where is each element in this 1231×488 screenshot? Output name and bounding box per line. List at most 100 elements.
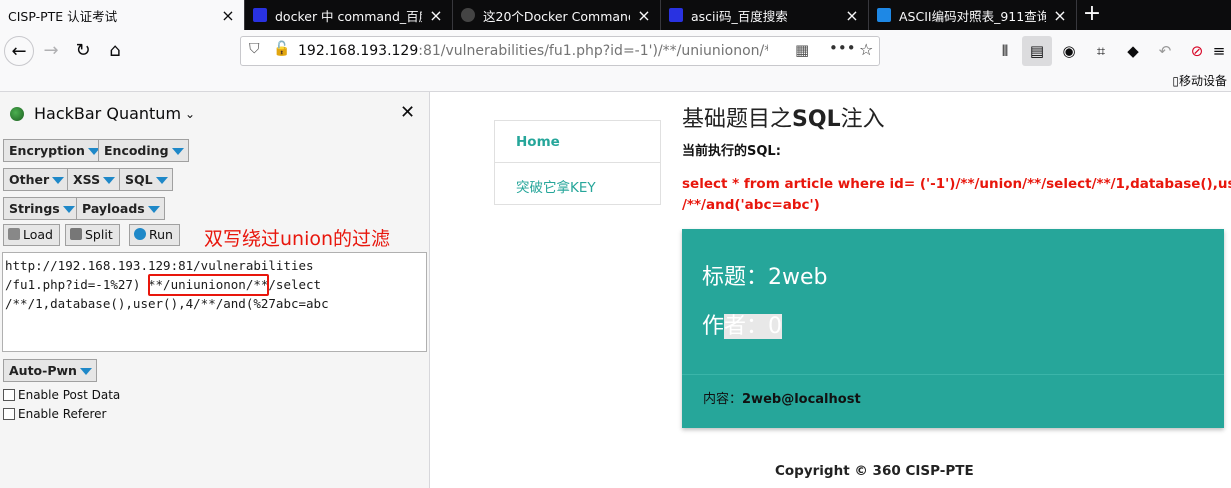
highlight-box <box>148 274 269 296</box>
baidu-icon <box>253 8 267 22</box>
close-icon[interactable]: × <box>220 6 236 25</box>
checkbox-box[interactable] <box>3 408 15 420</box>
title-suffix: 注入 <box>840 107 885 132</box>
dropdown-arrow-icon <box>103 177 116 184</box>
sql-label: 当前执行的SQL: <box>682 144 781 159</box>
tab-ascii-table[interactable]: ASCII编码对照表_911查询 × <box>869 0 1077 30</box>
checkbox-box[interactable] <box>3 389 15 401</box>
url-text[interactable]: 192.168.193.129:81/vulnerabilities/fu1.p… <box>298 43 768 59</box>
copyright-text: Copyright © 360 CISP-PTE <box>775 463 974 479</box>
enable-post-checkbox[interactable]: Enable Post Data <box>3 388 120 402</box>
github-icon <box>461 8 475 22</box>
article-author: 作者：0 <box>702 308 783 340</box>
article-card: 标题：2web 作者：0 内容：2web@localhost <box>682 229 1224 428</box>
chat-icon[interactable]: ◆ <box>1118 36 1148 66</box>
encryption-menu[interactable]: Encryption <box>3 139 105 162</box>
encoding-menu[interactable]: Encoding <box>98 139 189 162</box>
enable-post-label: Enable Post Data <box>18 388 121 402</box>
side-navigation: Home 突破它拿KEY <box>494 120 661 205</box>
auto-pwn-label: Auto-Pwn <box>9 363 77 378</box>
bookmarks-bar: ▯移动设备 <box>0 72 1231 92</box>
tab-title: ascii码_百度搜索 <box>691 8 788 24</box>
undo-icon[interactable]: ↶ <box>1150 36 1180 66</box>
title-bold: SQL <box>792 107 841 132</box>
navigation-bar: ← → ↻ ⌂ ⛉ 🔓 192.168.193.129:81/vulnerabi… <box>0 30 1231 72</box>
dropdown-arrow-icon <box>147 206 160 213</box>
new-tab-button[interactable]: + <box>1077 0 1107 30</box>
tab-title: 这20个Docker Command <box>483 8 630 24</box>
url-bar[interactable]: ⛉ 🔓 192.168.193.129:81/vulnerabilities/f… <box>240 36 880 66</box>
account-icon[interactable]: ◉ <box>1054 36 1084 66</box>
payloads-menu[interactable]: Payloads <box>76 197 165 220</box>
url-path: :81/vulnerabilities/fu1.php?id=-1')/**/u… <box>418 43 768 59</box>
home-icon[interactable]: ⌂ <box>100 36 130 66</box>
load-button[interactable]: Load <box>3 224 60 246</box>
shield-icon[interactable]: ⛉ <box>249 41 260 57</box>
bookmark-star-icon[interactable]: ☆ <box>859 40 873 59</box>
author-label-selected: 者：0 <box>724 314 783 339</box>
split-button[interactable]: Split <box>65 224 120 246</box>
hackbar-title-label: HackBar Quantum <box>34 104 182 123</box>
other-label: Other <box>9 172 50 187</box>
url-editor-textarea[interactable]: http://192.168.193.129:81/vulnerabilitie… <box>2 252 427 352</box>
tab-cisp-pte[interactable]: CISP-PTE 认证考试 × <box>0 0 245 30</box>
load-icon <box>8 228 20 240</box>
xss-label: XSS <box>73 172 101 187</box>
nav-home-link[interactable]: Home <box>495 121 660 163</box>
run-label: Run <box>149 227 173 242</box>
url-host: 192.168.193.129 <box>298 43 419 59</box>
tab-docker-20[interactable]: 这20个Docker Command × <box>453 0 661 30</box>
reload-icon[interactable]: ↻ <box>68 36 98 66</box>
page-icon <box>877 8 891 22</box>
close-icon[interactable]: × <box>428 6 444 25</box>
encoding-label: Encoding <box>104 143 169 158</box>
editor-line: /**/1,database(),user(),4/**/and(%27abc=… <box>5 296 329 311</box>
menu-icon[interactable]: ≡ <box>1208 36 1230 66</box>
auto-pwn-menu[interactable]: Auto-Pwn <box>3 359 97 382</box>
library-icon[interactable]: ⫴ <box>990 36 1020 66</box>
sql-menu[interactable]: SQL <box>119 168 173 191</box>
tab-ascii-baidu[interactable]: ascii码_百度搜索 × <box>661 0 869 30</box>
insecure-lock-icon[interactable]: 🔓 <box>273 41 290 57</box>
other-menu[interactable]: Other <box>3 168 70 191</box>
split-label: Split <box>85 227 113 242</box>
author-label-start: 作 <box>702 314 725 339</box>
sidebar-icon[interactable]: ▤ <box>1022 36 1052 66</box>
hackbar-title[interactable]: HackBar Quantum ⌄ <box>10 104 195 123</box>
qr-code-icon[interactable]: ▦ <box>795 41 809 59</box>
enable-referer-checkbox[interactable]: Enable Referer <box>3 407 106 421</box>
strings-menu[interactable]: Strings <box>3 197 80 220</box>
close-icon[interactable]: ✕ <box>400 102 415 123</box>
tab-title: docker 中 command_百度 <box>275 8 422 24</box>
dropdown-arrow-icon <box>155 177 168 184</box>
payloads-label: Payloads <box>82 201 145 216</box>
run-button[interactable]: Run <box>129 224 180 246</box>
close-icon[interactable]: × <box>636 6 652 25</box>
tab-title: ASCII编码对照表_911查询 <box>899 8 1046 24</box>
hackbar-panel: HackBar Quantum ⌄ ✕ Encryption Encoding … <box>0 92 430 488</box>
nav-get-key-link[interactable]: 突破它拿KEY <box>495 163 660 205</box>
close-icon[interactable]: × <box>1052 6 1068 25</box>
article-title: 标题：2web <box>702 265 828 290</box>
dropdown-arrow-icon <box>171 148 184 155</box>
mobile-bookmarks[interactable]: ▯移动设备 <box>1172 72 1227 89</box>
close-icon[interactable]: × <box>844 6 860 25</box>
xss-menu[interactable]: XSS <box>67 168 121 191</box>
content-label: 内容： <box>703 392 743 407</box>
run-icon <box>134 228 146 240</box>
forward-icon[interactable]: → <box>36 36 66 66</box>
back-icon[interactable]: ← <box>4 36 34 66</box>
sql-line: /**/and('abc=abc') <box>682 197 820 213</box>
encryption-label: Encryption <box>9 143 85 158</box>
strings-label: Strings <box>9 201 60 216</box>
annotation-text: 双写绕过union的过滤 <box>204 228 391 250</box>
dropdown-arrow-icon <box>79 368 92 375</box>
content-value: 2web@localhost <box>742 392 861 407</box>
tab-docker-command[interactable]: docker 中 command_百度 × <box>245 0 453 30</box>
sql-line: select * from article where id= ('-1')/*… <box>682 176 1231 192</box>
page-actions-icon[interactable]: ••• <box>829 39 856 57</box>
mobile-bookmarks-label: 移动设备 <box>1178 74 1227 88</box>
chevron-down-icon: ⌄ <box>185 106 196 121</box>
screenshot-icon[interactable]: ⌗ <box>1086 36 1116 66</box>
sql-label: SQL <box>125 172 153 187</box>
